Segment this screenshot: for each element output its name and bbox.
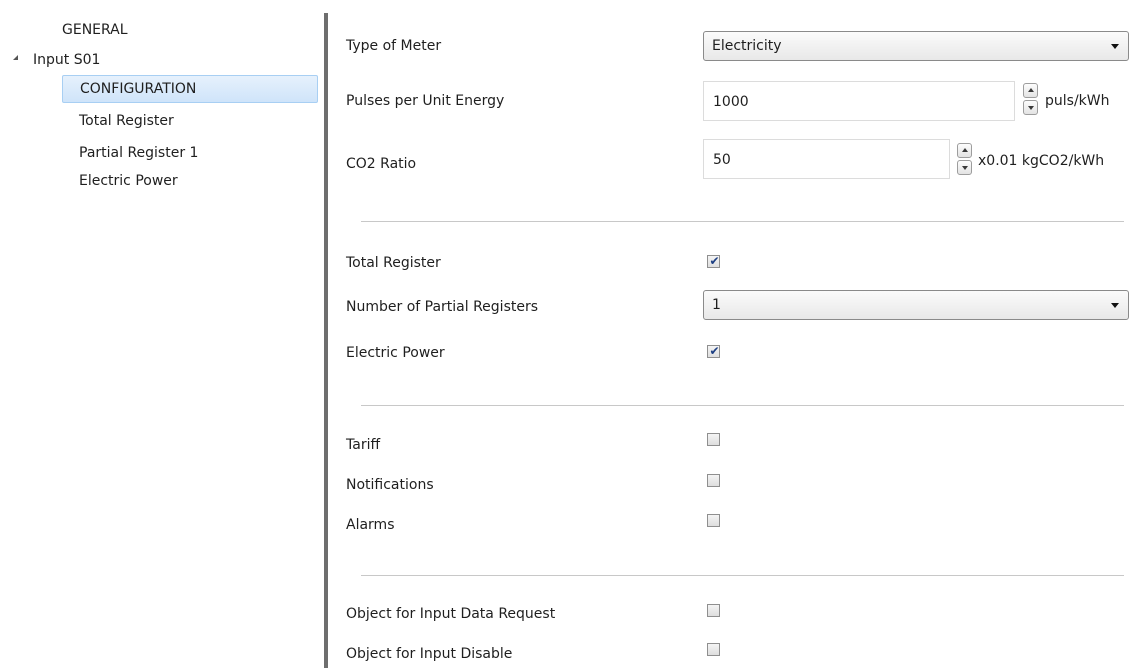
type-of-meter-label: Type of Meter <box>346 38 442 54</box>
spin-down-icon[interactable] <box>957 160 972 175</box>
object-data-request-label: Object for Input Data Request <box>346 606 556 622</box>
pulses-per-unit-value: 1000 <box>713 94 749 110</box>
notifications-checkbox[interactable] <box>707 474 720 487</box>
tariff-label: Tariff <box>346 437 381 453</box>
co2-ratio-label: CO2 Ratio <box>346 156 417 172</box>
pulses-per-unit-label: Pulses per Unit Energy <box>346 93 505 109</box>
separator <box>361 575 1124 576</box>
object-input-disable-label: Object for Input Disable <box>346 646 513 662</box>
num-partial-registers-dropdown[interactable]: 1 <box>703 290 1129 320</box>
tariff-checkbox[interactable] <box>707 433 720 446</box>
navigation-tree: GENERAL Input S01 CONFIGURATION Total Re… <box>0 0 324 668</box>
configuration-panel: Type of Meter Electricity Pulses per Uni… <box>328 0 1144 668</box>
total-register-label: Total Register <box>346 255 441 271</box>
co2-ratio-unit: x0.01 kgCO2/kWh <box>978 153 1105 169</box>
num-partial-registers-value: 1 <box>712 297 721 313</box>
separator <box>361 405 1124 406</box>
object-input-disable-checkbox[interactable] <box>707 643 720 656</box>
spin-up-icon[interactable] <box>957 143 972 158</box>
chevron-down-icon <box>1111 303 1119 308</box>
alarms-label: Alarms <box>346 517 395 533</box>
type-of-meter-value: Electricity <box>712 38 782 54</box>
alarms-checkbox[interactable] <box>707 514 720 527</box>
electric-power-label: Electric Power <box>346 345 445 361</box>
pulses-per-unit-spinner <box>1023 83 1039 117</box>
tree-item-input-s01[interactable]: Input S01 <box>33 50 100 70</box>
tree-item-configuration-label: CONFIGURATION <box>80 81 197 97</box>
num-partial-registers-label: Number of Partial Registers <box>346 299 539 315</box>
tree-item-general[interactable]: GENERAL <box>62 20 128 40</box>
triangle-expanded-icon[interactable] <box>13 55 18 60</box>
co2-ratio-input[interactable]: 50 <box>703 139 950 179</box>
spin-up-icon[interactable] <box>1023 83 1038 98</box>
pulses-per-unit-unit: puls/kWh <box>1045 93 1110 109</box>
total-register-checkbox[interactable]: ✔ <box>707 254 720 268</box>
co2-ratio-spinner <box>957 143 973 177</box>
checkmark-icon: ✔ <box>709 254 720 268</box>
tree-item-partial-register-1[interactable]: Partial Register 1 <box>79 143 198 163</box>
spin-down-icon[interactable] <box>1023 100 1038 115</box>
electric-power-checkbox[interactable]: ✔ <box>707 344 720 358</box>
pulses-per-unit-input[interactable]: 1000 <box>703 81 1015 121</box>
type-of-meter-dropdown[interactable]: Electricity <box>703 31 1129 61</box>
object-data-request-checkbox[interactable] <box>707 604 720 617</box>
tree-item-configuration[interactable]: CONFIGURATION <box>62 75 318 103</box>
checkmark-icon: ✔ <box>709 344 720 358</box>
co2-ratio-value: 50 <box>713 152 731 168</box>
chevron-down-icon <box>1111 44 1119 49</box>
tree-item-total-register[interactable]: Total Register <box>79 111 174 131</box>
notifications-label: Notifications <box>346 477 434 493</box>
separator <box>361 221 1124 222</box>
tree-item-electric-power[interactable]: Electric Power <box>79 171 178 191</box>
